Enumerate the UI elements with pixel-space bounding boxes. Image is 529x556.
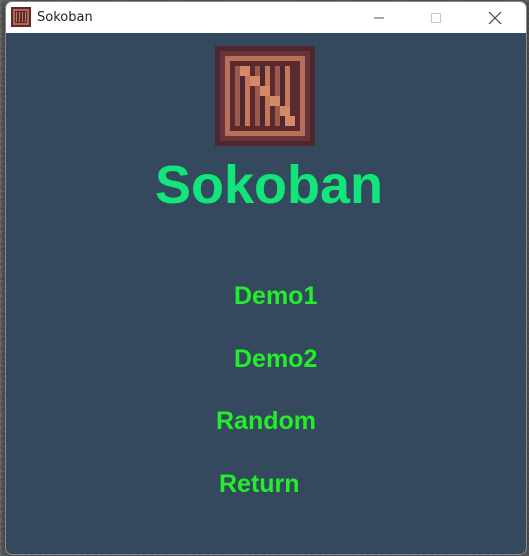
menu-item-demo1[interactable]: Demo1 — [234, 282, 317, 311]
close-button[interactable] — [472, 2, 518, 33]
game-title: Sokoban — [154, 155, 384, 215]
crate-icon — [215, 46, 315, 146]
menu-item-random[interactable]: Random — [216, 407, 316, 436]
game-window: Sokoban Sokoban Demo1 Demo2 Random Retur… — [5, 1, 527, 555]
maximize-icon — [431, 12, 441, 23]
crate-icon — [11, 7, 31, 27]
close-icon — [488, 11, 502, 24]
title-bar[interactable]: Sokoban — [6, 2, 526, 33]
minimize-button[interactable] — [356, 2, 402, 33]
window-title: Sokoban — [37, 10, 93, 25]
maximize-button[interactable] — [413, 2, 459, 33]
menu-item-demo2[interactable]: Demo2 — [234, 345, 317, 374]
minimize-icon — [374, 17, 384, 18]
menu-item-return[interactable]: Return — [219, 470, 300, 499]
